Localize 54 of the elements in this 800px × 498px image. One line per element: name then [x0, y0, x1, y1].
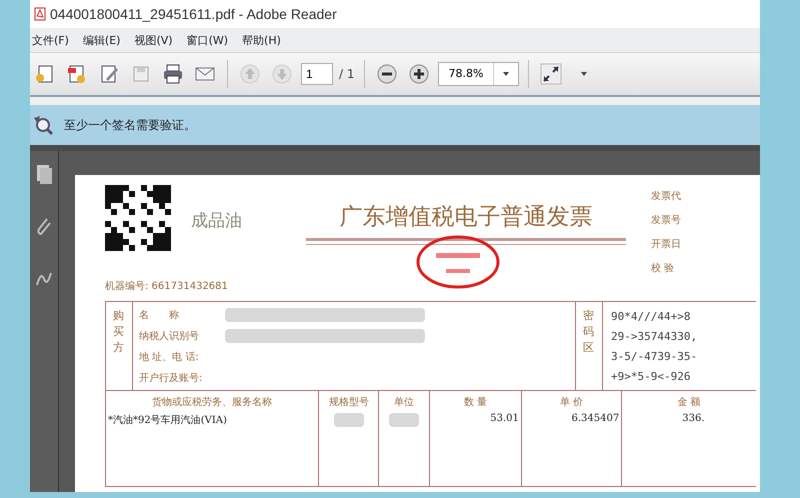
zoom-in-icon [408, 63, 430, 85]
cipher-text: 29->35744330, [611, 330, 698, 342]
cipher-text: +9>*5-9<-926 [611, 370, 692, 382]
zoom-dropdown[interactable]: 78.8% [438, 62, 520, 86]
fullscreen-icon [540, 63, 562, 85]
message-text: 至少一个签名需要验证。 [64, 116, 196, 134]
column-header: 单位 [393, 396, 416, 410]
zoom-out-icon [376, 63, 398, 85]
cipher-text: 90*4///44+>8 [611, 310, 692, 322]
blurred-text [389, 413, 420, 427]
window-title: 044001800411_29451611.pdf - Adobe Reader [50, 6, 337, 22]
create-icon [66, 63, 88, 85]
section-label: 购买方 [106, 302, 133, 390]
field-label: 发票代 [651, 190, 681, 203]
machine-number: 机器编号: 661731432681 [105, 280, 229, 293]
field-label: 开票日 [651, 238, 681, 251]
previous-page-icon [239, 63, 261, 85]
field-label: 开户行及账号: [139, 372, 204, 384]
table-cell-text: 6.345407 [570, 412, 620, 426]
field-label: 地 址、电 话: [139, 350, 200, 364]
pdf-file-icon [34, 7, 46, 21]
column-header: 金 额 [676, 396, 702, 410]
print-icon [162, 63, 184, 85]
fullscreen-button[interactable] [538, 61, 564, 87]
column-header: 数 量 [462, 396, 488, 410]
menu-item[interactable]: 窗口(W) [186, 32, 228, 48]
table-cell-text: 53.01 [489, 412, 520, 426]
invoice-title: 广东增值税电子普通发票 [340, 203, 592, 232]
column-header: 规格型号 [328, 396, 370, 410]
pages-icon[interactable] [35, 163, 53, 185]
table-cell-text: *汽油*92号车用汽油(VIA) [107, 414, 228, 428]
blurred-text [334, 413, 364, 427]
field-label: 纳税人识别号 [139, 330, 200, 342]
table-cell-text: 336. [681, 412, 706, 426]
section-label: 密码区 [576, 302, 603, 390]
menu-item[interactable]: 帮助(H) [242, 32, 281, 48]
qr-code [105, 185, 171, 251]
zoom-value: 78.8% [438, 63, 494, 85]
signature-search-icon [32, 114, 54, 136]
column-header: 货物或应税劳务、服务名称 [151, 396, 274, 410]
page-total: / 1 [339, 67, 354, 81]
field-label: 名 称 [139, 308, 180, 322]
field-label: 发票号 [651, 214, 681, 227]
page-number-field[interactable]: 1 [301, 63, 333, 85]
cipher-text: 3-5/-4739-35- [611, 350, 698, 362]
caret-icon [502, 71, 510, 77]
menu-item[interactable]: 文件(F) [32, 32, 69, 48]
column-header: 单 价 [558, 396, 584, 410]
next-page-icon [271, 63, 293, 85]
menu-item[interactable]: 编辑(E) [82, 32, 120, 48]
field-label: 校 验 [651, 262, 676, 275]
dropdown-caret-icon[interactable] [580, 71, 588, 77]
menu-item[interactable]: 视图(V) [134, 32, 173, 48]
product-category: 成品油 [191, 210, 243, 232]
